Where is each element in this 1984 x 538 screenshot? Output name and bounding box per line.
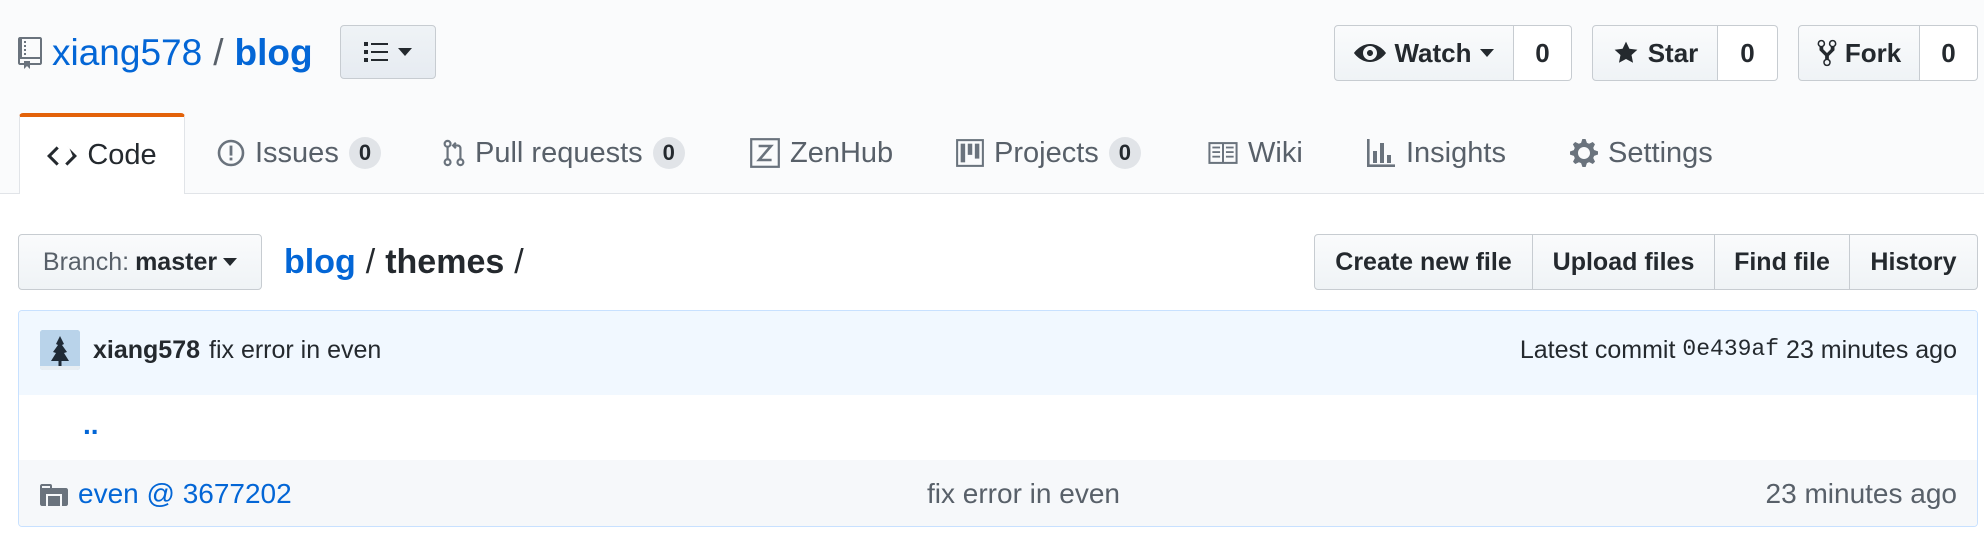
repo-owner-link[interactable]: xiang578 [52, 32, 202, 74]
file-table: xiang578 fix error in even Latest commit… [18, 310, 1978, 527]
commit-message-link[interactable]: fix error in even [209, 336, 381, 365]
repo-header: xiang578 / blog Watch 0 Star 0 Fork 0 Co… [0, 0, 1984, 194]
submodule-link[interactable]: even @ 3677202 [78, 478, 292, 510]
tab-wiki-label: Wiki [1248, 136, 1303, 169]
star-count[interactable]: 0 [1718, 25, 1778, 81]
find-file-button[interactable]: Find file [1714, 234, 1850, 290]
repo-title-separator: / [213, 32, 224, 73]
breadcrumb: blog / themes / [284, 237, 534, 287]
fork-label: Fork [1844, 37, 1902, 68]
tab-zenhub[interactable]: ZenHub [750, 113, 893, 193]
commit-sha-link[interactable]: 0e439af [1682, 336, 1779, 365]
star-icon [1614, 41, 1638, 63]
tab-insights[interactable]: Insights [1366, 113, 1506, 193]
tab-projects-label: Projects [994, 136, 1099, 169]
tab-issues-label: Issues [255, 136, 339, 169]
watch-button[interactable]: Watch [1334, 25, 1514, 81]
zenhub-icon [750, 138, 780, 168]
repo-title: xiang578 / blog [18, 28, 313, 78]
chevron-down-icon [398, 48, 412, 56]
parent-directory-row: .. [19, 395, 1977, 461]
fork-group: Fork 0 [1798, 25, 1978, 81]
file-commit-message-link[interactable]: fix error in even [927, 478, 1120, 510]
history-button[interactable]: History [1849, 234, 1978, 290]
pull-request-icon [443, 139, 465, 167]
file-age: 23 minutes ago [1765, 478, 1957, 509]
branch-label: Branch: [42, 247, 130, 276]
repo-menu-button[interactable] [340, 25, 436, 79]
avatar[interactable] [40, 330, 80, 370]
avatar-image [40, 330, 80, 370]
breadcrumb-repo-link[interactable]: blog [284, 243, 356, 282]
tab-insights-label: Insights [1406, 136, 1506, 169]
tab-code[interactable]: Code [19, 113, 185, 194]
watch-label: Watch [1394, 37, 1472, 68]
star-group: Star 0 [1592, 25, 1778, 81]
commit-author-link[interactable]: xiang578 [93, 336, 200, 365]
latest-commit-bar: xiang578 fix error in even Latest commit… [19, 311, 1977, 396]
book-icon [1208, 142, 1238, 164]
table-row: even @ 3677202 fix error in even 23 minu… [19, 460, 1977, 526]
tab-pull-requests-label: Pull requests [475, 136, 643, 169]
breadcrumb-current: themes [385, 242, 505, 281]
tab-code-label: Code [87, 139, 157, 171]
fork-count[interactable]: 0 [1920, 25, 1978, 81]
pull-requests-count-badge: 0 [652, 137, 685, 169]
fork-icon [1817, 39, 1837, 67]
latest-commit-label: Latest commit [1519, 336, 1676, 364]
code-icon [47, 145, 78, 166]
issue-icon [217, 139, 245, 167]
star-button[interactable]: Star [1592, 25, 1718, 81]
latest-commit-info: Latest commit 0e439af 23 minutes ago [1520, 336, 1957, 365]
tab-wiki[interactable]: Wiki [1208, 113, 1303, 193]
repo-icon [18, 37, 42, 69]
branch-name: master [135, 247, 218, 276]
chevron-down-icon [223, 258, 238, 266]
star-label: Star [1647, 37, 1699, 68]
repo-name-link[interactable]: blog [234, 32, 312, 74]
breadcrumb-separator: / [365, 242, 376, 281]
issues-count-badge: 0 [348, 137, 382, 169]
watch-count[interactable]: 0 [1514, 25, 1572, 81]
tab-issues[interactable]: Issues 0 [217, 113, 382, 193]
fork-button[interactable]: Fork [1798, 25, 1920, 81]
tab-zenhub-label: ZenHub [790, 136, 894, 169]
branch-select-button[interactable]: Branch: master [18, 234, 262, 290]
upload-files-button[interactable]: Upload files [1532, 234, 1715, 290]
tab-projects[interactable]: Projects 0 [956, 113, 1142, 193]
watch-group: Watch 0 [1334, 25, 1572, 81]
list-icon [364, 42, 388, 62]
breadcrumb-separator: / [514, 242, 524, 281]
eye-icon [1354, 44, 1387, 62]
chevron-down-icon [1479, 49, 1494, 57]
submodule-icon [40, 484, 68, 506]
projects-count-badge: 0 [1108, 137, 1142, 169]
parent-directory-link[interactable]: .. [83, 409, 99, 441]
gear-icon [1570, 139, 1598, 167]
tab-settings-label: Settings [1608, 136, 1713, 169]
tab-settings[interactable]: Settings [1570, 113, 1713, 193]
commit-age: 23 minutes ago [1786, 336, 1957, 364]
file-actions: Create new file Upload files Find file H… [1314, 234, 1978, 290]
project-icon [956, 139, 984, 167]
graph-icon [1367, 139, 1395, 167]
create-new-file-button[interactable]: Create new file [1314, 234, 1533, 290]
tab-pull-requests[interactable]: Pull requests 0 [443, 113, 685, 193]
